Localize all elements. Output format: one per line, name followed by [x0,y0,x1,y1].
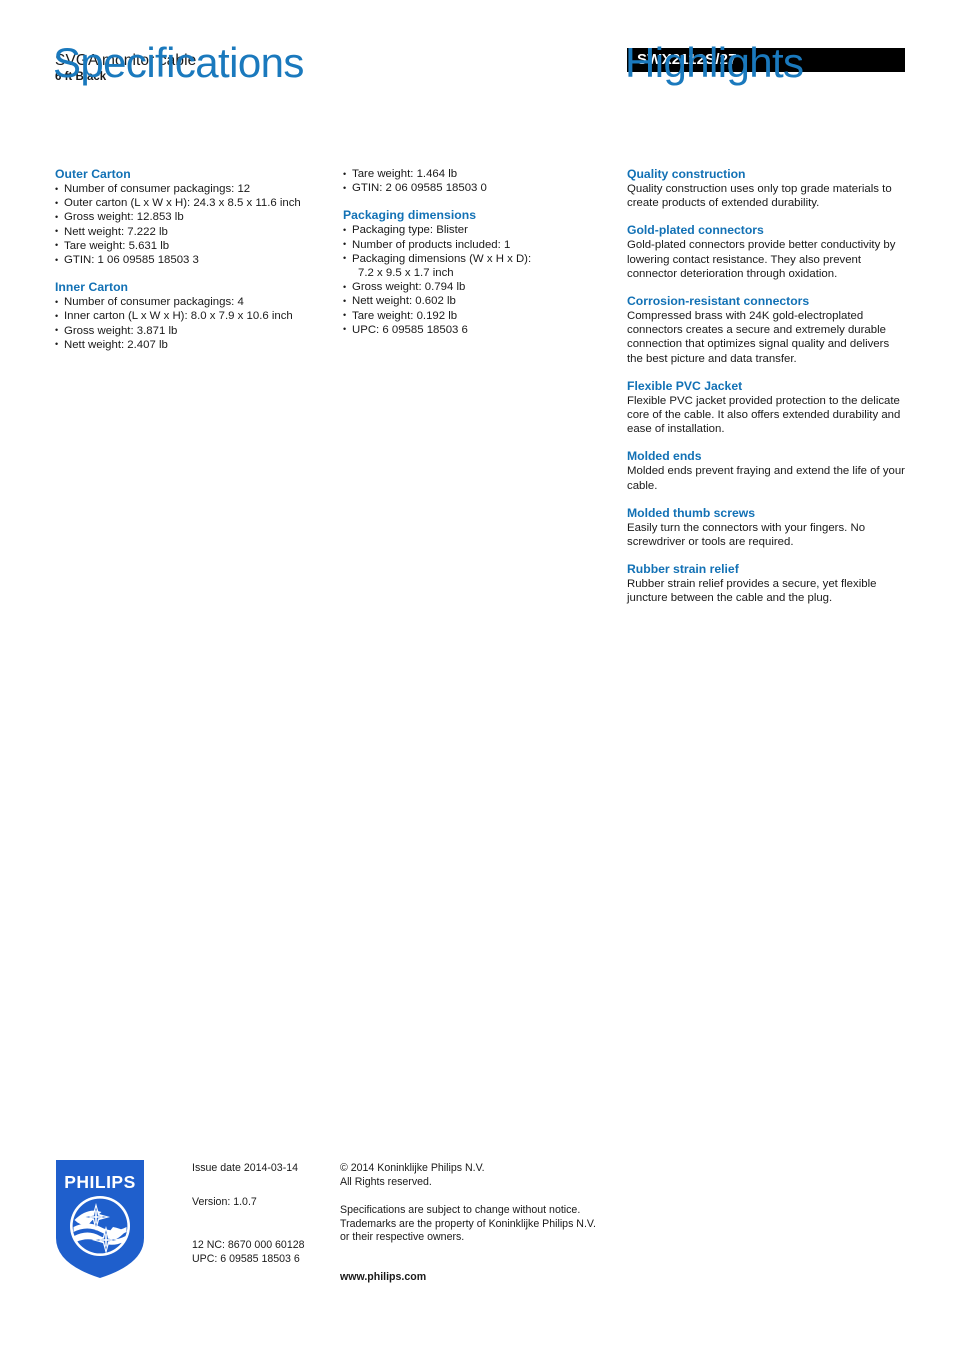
highlight-title: Flexible PVC Jacket [627,378,743,393]
spec-list: Number of consumer packagings: 12 Outer … [55,181,323,267]
spec-item: Tare weight: 0.192 lb [343,308,593,323]
svg-text:PHILIPS: PHILIPS [64,1172,136,1192]
highlight-body: Quality construction uses only top grade… [627,183,892,210]
highlight-gold-plated-connectors: Gold-plated connectors Gold-plated conne… [627,223,905,281]
highlights-title: Highlights [625,39,804,86]
spec-item: Tare weight: 1.464 lb [343,166,593,181]
spec-item: GTIN: 1 06 09585 18503 3 [55,253,323,267]
spec-list: Packaging type: Blister Number of produc… [343,223,593,337]
specifications-column-1: Outer Carton Number of consumer packagin… [55,167,323,352]
highlight-title: Molded ends [627,449,702,464]
spec-item: Gross weight: 3.871 lb [55,323,323,338]
disclaimer-line: Trademarks are the property of Koninklij… [340,1217,596,1230]
spec-list: Number of consumer packagings: 4 Inner c… [55,295,323,352]
footer-legal-column: © 2014 Koninklijke Philips N.V. All Righ… [340,1162,640,1284]
spec-item: Nett weight: 2.407 lb [55,337,323,352]
highlight-molded-ends: Molded ends Molded ends prevent fraying … [627,449,905,492]
highlight-title: Molded thumb screws [627,505,755,520]
copyright-block: © 2014 Koninklijke Philips N.V. All Righ… [340,1162,640,1189]
page-footer: PHILIPS Issue date 2014-03-14 Version: 1… [0,1155,954,1305]
website-link[interactable]: www.philips.com [340,1271,426,1283]
spec-group-outer-carton: Outer Carton Number of consumer packagin… [55,167,323,267]
highlight-body: Rubber strain relief provides a secure, … [627,578,877,605]
philips-logo: PHILIPS [56,1160,144,1278]
disclaimer-line: or their respective owners. [340,1231,465,1243]
spec-item: Tare weight: 5.631 lb [55,238,323,253]
spec-item: UPC: 6 09585 18503 6 [343,322,593,337]
spec-item: Gross weight: 0.794 lb [343,280,593,294]
highlight-flexible-pvc-jacket: Flexible PVC Jacket Flexible PVC jacket … [627,379,905,437]
spec-item: Outer carton (L x W x H): 24.3 x 8.5 x 1… [55,196,323,210]
disclaimer-block: Specifications are subject to change wit… [340,1204,640,1245]
copyright-line: © 2014 Koninklijke Philips N.V. [340,1162,485,1174]
spec-item: Number of consumer packagings: 4 [55,295,323,309]
spec-item: Packaging dimensions (W x H x D): [343,251,593,266]
highlight-title: Rubber strain relief [627,562,739,577]
highlight-molded-thumb-screws: Molded thumb screws Easily turn the conn… [627,506,905,549]
spec-item: Nett weight: 0.602 lb [343,294,593,308]
issue-date: Issue date 2014-03-14 [192,1162,299,1174]
spec-item: Packaging type: Blister [343,223,593,237]
spec-item: Inner carton (L x W x H): 8.0 x 7.9 x 10… [55,309,323,323]
spec-group-inner-carton: Inner Carton Number of consumer packagin… [55,280,323,352]
spec-group-carton-continued: Tare weight: 1.464 lb GTIN: 2 06 09585 1… [343,166,593,195]
spec-item: Nett weight: 7.222 lb [55,224,323,239]
highlight-rubber-strain-relief: Rubber strain relief Rubber strain relie… [627,562,905,605]
rights-line: All Rights reserved. [340,1175,432,1188]
spec-group-heading: Packaging dimensions [343,208,477,223]
highlight-body: Easily turn the connectors with your fin… [627,521,866,549]
spec-list: Tare weight: 1.464 lb GTIN: 2 06 09585 1… [343,166,593,195]
highlight-title: Gold-plated connectors [627,223,764,238]
highlight-corrosion-resistant-connectors: Corrosion-resistant connectors Compresse… [627,294,905,366]
highlights-column: Quality construction Quality constructio… [627,167,905,606]
highlight-body: Molded ends prevent fraying and extend t… [627,465,905,492]
highlight-title: Quality construction [627,167,746,181]
spec-item-continuation: 7.2 x 9.5 x 1.7 inch [358,267,454,280]
upc-code: UPC: 6 09585 18503 6 [192,1252,300,1265]
nc-code: 12 NC: 8670 000 60128 [192,1239,305,1251]
highlight-body: Gold-plated connectors provide better co… [627,239,896,280]
spec-group-heading: Outer Carton [55,167,131,181]
version: Version: 1.0.7 [192,1195,257,1208]
spec-item: Number of products included: 1 [343,237,593,252]
specifications-title: Specifications [53,39,304,86]
highlight-quality-construction: Quality construction Quality constructio… [627,167,905,210]
spec-group-heading: Inner Carton [55,280,129,295]
footer-meta-column: Issue date 2014-03-14 Version: 1.0.7 12 … [192,1162,337,1266]
specifications-column-2: Tare weight: 1.464 lb GTIN: 2 06 09585 1… [343,166,593,337]
spec-item: Gross weight: 12.853 lb [55,210,323,224]
spec-item: GTIN: 2 06 09585 18503 0 [343,181,593,195]
spec-group-packaging-dimensions: Packaging dimensions Packaging type: Bli… [343,208,593,337]
spec-item: Number of consumer packagings: 12 [55,181,323,196]
highlight-body: Flexible PVC jacket provided protection … [627,394,901,436]
highlight-body: Compressed brass with 24K gold-electropl… [627,310,890,365]
highlight-title: Corrosion-resistant connectors [627,294,810,309]
disclaimer-line: Specifications are subject to change wit… [340,1204,581,1216]
